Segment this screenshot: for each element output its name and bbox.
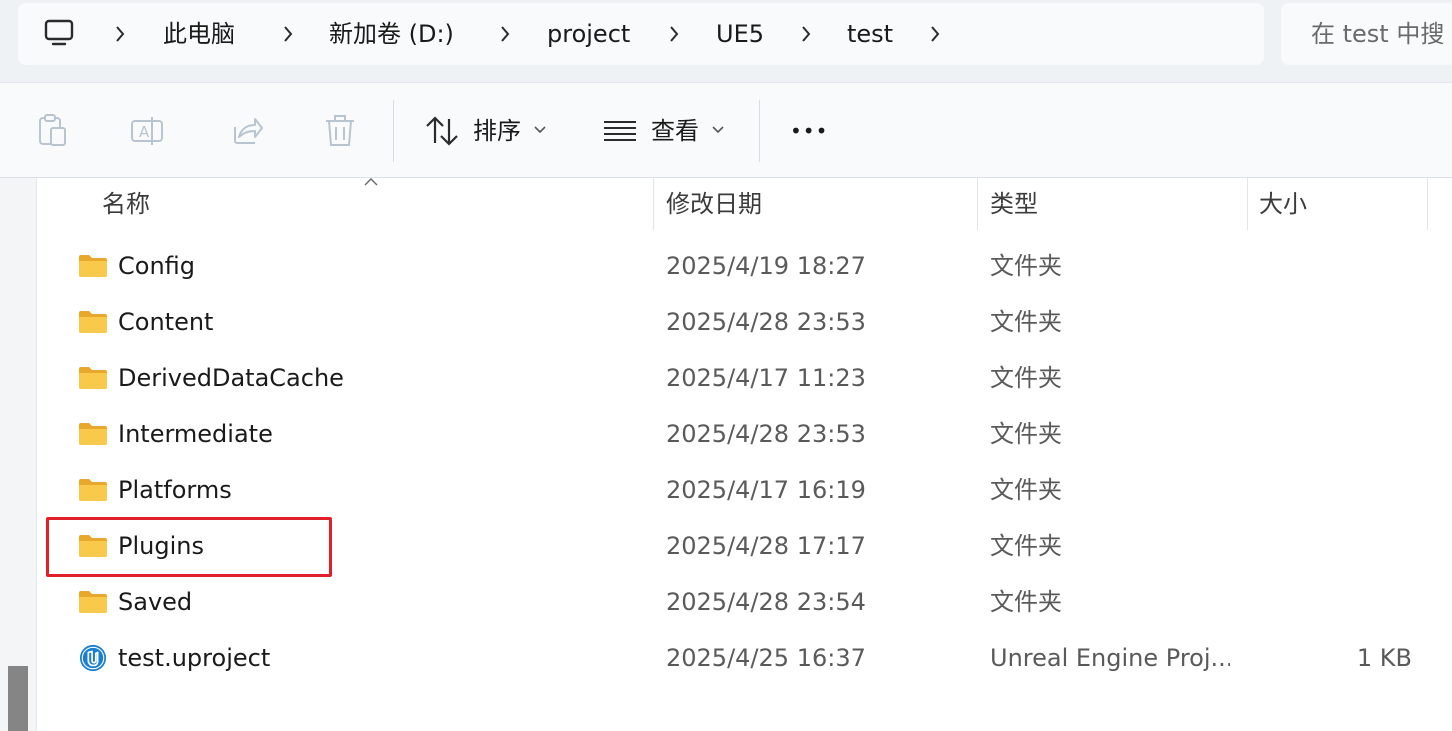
file-type: Unreal Engine Proj... (990, 644, 1230, 672)
view-icon[interactable] (602, 113, 638, 149)
sort-ascending-icon (364, 178, 378, 186)
list-item[interactable]: Saved 2025/4/28 23:54 文件夹 (38, 574, 1452, 630)
computer-icon[interactable] (44, 18, 74, 48)
column-divider[interactable] (1247, 178, 1248, 230)
search-placeholder: 在 test 中搜 (1311, 20, 1445, 48)
chevron-right-icon[interactable] (800, 24, 812, 44)
folder-icon (79, 423, 107, 445)
view-button[interactable]: 查看 (651, 111, 699, 151)
column-header-size[interactable]: 大小 (1259, 178, 1307, 230)
paste-icon[interactable] (34, 113, 70, 149)
folder-icon (79, 367, 107, 389)
file-type: 文件夹 (990, 364, 1062, 392)
scrollbar-thumb[interactable] (8, 666, 28, 731)
chevron-right-icon[interactable] (929, 24, 941, 44)
folder-icon (79, 591, 107, 613)
chevron-down-icon[interactable] (534, 126, 546, 134)
sort-button[interactable]: 排序 (473, 111, 521, 151)
breadcrumb-test[interactable]: test (847, 14, 893, 54)
toolbar-separator (393, 100, 394, 162)
file-type: 文件夹 (990, 308, 1062, 336)
file-date: 2025/4/25 16:37 (666, 644, 866, 672)
file-type: 文件夹 (990, 252, 1062, 280)
file-name: DerivedDataCache (118, 364, 344, 392)
chevron-down-icon[interactable] (712, 126, 724, 134)
file-type: 文件夹 (990, 532, 1062, 560)
file-type: 文件夹 (990, 420, 1062, 448)
file-date: 2025/4/19 18:27 (666, 252, 866, 280)
share-icon[interactable] (227, 113, 263, 149)
chevron-right-icon[interactable] (499, 24, 511, 44)
file-date: 2025/4/28 23:54 (666, 588, 866, 616)
breadcrumb-project[interactable]: project (547, 14, 630, 54)
folder-icon (79, 255, 107, 277)
file-name: test.uproject (118, 644, 271, 672)
address-bar-strip: 此电脑 新加卷 (D:) project UE5 test 在 test 中搜 (0, 0, 1452, 83)
more-options-button[interactable]: ••• (790, 111, 828, 151)
file-date: 2025/4/17 11:23 (666, 364, 866, 392)
column-header-name[interactable]: 名称 (102, 178, 150, 230)
folder-icon (79, 479, 107, 501)
list-item[interactable]: Intermediate 2025/4/28 23:53 文件夹 (38, 406, 1452, 462)
column-header-type[interactable]: 类型 (990, 178, 1038, 230)
file-type: 文件夹 (990, 476, 1062, 504)
file-date: 2025/4/28 17:17 (666, 532, 866, 560)
vertical-scrollbar[interactable] (0, 178, 37, 731)
rename-icon[interactable]: A (130, 113, 166, 149)
file-name: Intermediate (118, 420, 273, 448)
file-name: Content (118, 308, 214, 336)
file-type: 文件夹 (990, 588, 1062, 616)
file-date: 2025/4/28 23:53 (666, 420, 866, 448)
svg-text:A: A (139, 123, 150, 141)
list-item[interactable]: test.uproject 2025/4/25 16:37 Unreal Eng… (38, 630, 1452, 686)
breadcrumb-ue5[interactable]: UE5 (716, 14, 764, 54)
file-date: 2025/4/28 23:53 (666, 308, 866, 336)
file-name: Config (118, 252, 196, 280)
folder-icon (79, 311, 107, 333)
unreal-engine-icon (79, 644, 107, 672)
column-divider[interactable] (653, 178, 654, 230)
chevron-right-icon[interactable] (282, 24, 294, 44)
sort-icon[interactable] (424, 113, 460, 149)
toolbar-separator (759, 100, 760, 162)
file-size: 1 KB (1356, 644, 1412, 672)
command-bar: A 排序 查看 ••• (0, 83, 1452, 178)
list-item[interactable]: Platforms 2025/4/17 16:19 文件夹 (38, 462, 1452, 518)
file-name: Platforms (118, 476, 232, 504)
file-list: 名称 修改日期 类型 大小 Config 2025/4/19 18:27 文件夹… (0, 178, 1452, 731)
list-item[interactable]: Content 2025/4/28 23:53 文件夹 (38, 294, 1452, 350)
file-date: 2025/4/17 16:19 (666, 476, 866, 504)
delete-icon[interactable] (322, 113, 358, 149)
list-item[interactable]: Config 2025/4/19 18:27 文件夹 (38, 238, 1452, 294)
file-name: Saved (118, 588, 193, 616)
chevron-right-icon[interactable] (668, 24, 680, 44)
highlight-box-plugins (46, 517, 332, 577)
breadcrumb-drive-d[interactable]: 新加卷 (D:) (329, 14, 454, 54)
column-divider[interactable] (1427, 178, 1428, 230)
chevron-right-icon[interactable] (114, 24, 126, 44)
column-header-date[interactable]: 修改日期 (666, 178, 762, 230)
breadcrumb-this-pc[interactable]: 此电脑 (163, 14, 235, 54)
list-item[interactable]: DerivedDataCache 2025/4/17 11:23 文件夹 (38, 350, 1452, 406)
column-divider[interactable] (977, 178, 978, 230)
